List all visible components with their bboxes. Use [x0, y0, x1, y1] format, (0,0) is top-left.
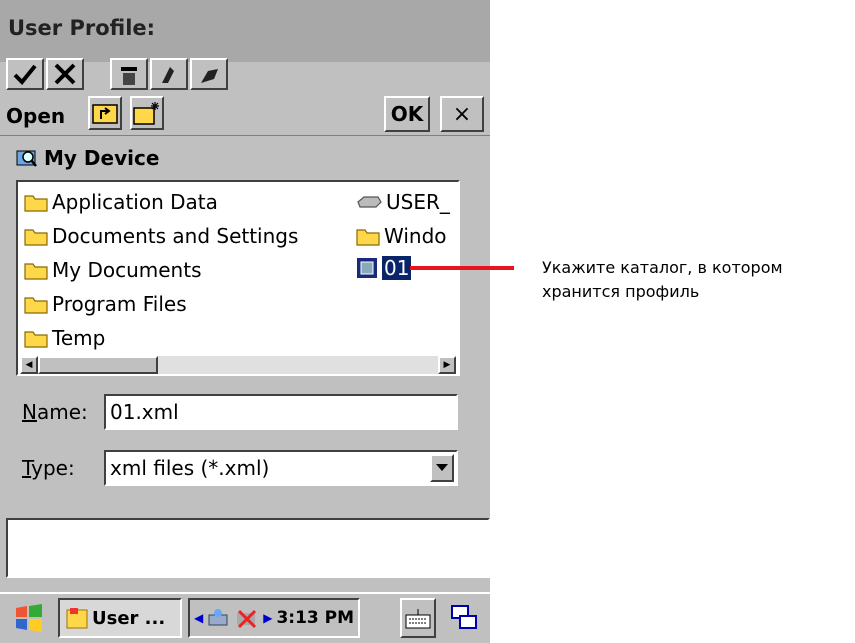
list-item[interactable]: Windo: [356, 224, 447, 248]
cross-button[interactable]: [46, 58, 84, 90]
clock[interactable]: 3:13 PM: [276, 608, 354, 628]
up-folder-icon: [92, 104, 118, 124]
window-title: User Profile:: [8, 16, 156, 40]
annotation-arrow: [410, 266, 514, 270]
scroll-thumb[interactable]: [38, 356, 158, 374]
windows-stack-icon: [451, 605, 477, 629]
search-device-icon: [16, 150, 37, 167]
new-folder-button[interactable]: [130, 96, 164, 130]
dialog-title: Open: [6, 104, 66, 128]
taskbar-app-button[interactable]: User ...: [58, 598, 182, 638]
annotation-line-2: хранится профиль: [542, 282, 700, 301]
scroll-right-button[interactable]: ▶: [438, 356, 456, 374]
checkmark-icon: [13, 64, 37, 85]
annotation-line-1: Укажите каталог, в котором: [542, 258, 783, 277]
list-item[interactable]: USER_: [356, 190, 450, 214]
name-field[interactable]: 01.xml: [104, 394, 458, 430]
app-icon: [66, 608, 88, 629]
annotation-text: Укажите каталог, в котором хранится проф…: [542, 256, 783, 304]
desktop-button[interactable]: [444, 598, 484, 638]
horizontal-scrollbar[interactable]: ◀ ▶: [20, 356, 456, 374]
up-folder-button[interactable]: [88, 96, 122, 130]
type-dropdown-button[interactable]: [430, 454, 454, 482]
input-area[interactable]: [6, 518, 490, 578]
keyboard-icon: [405, 609, 431, 629]
list-item-selected[interactable]: 01: [356, 255, 413, 281]
type-select-value: xml files (*.xml): [110, 456, 270, 480]
location-bar: My Device: [16, 146, 159, 170]
type-select[interactable]: xml files (*.xml): [104, 450, 458, 486]
import-icon: [162, 67, 174, 83]
list-item[interactable]: My Documents: [24, 258, 201, 282]
checkmark-button[interactable]: [6, 58, 44, 90]
folder-icon: [356, 229, 380, 246]
scroll-left-button[interactable]: ◀: [20, 356, 38, 374]
type-label: Type:: [22, 456, 75, 480]
folder-icon: [24, 263, 48, 280]
cross-icon: [54, 63, 76, 85]
xml-file-icon: [357, 258, 377, 278]
scroll-track[interactable]: [158, 356, 438, 374]
list-item[interactable]: Temp: [24, 326, 105, 350]
folder-icon: [24, 195, 48, 212]
list-item[interactable]: Documents and Settings: [24, 224, 298, 248]
tray-left-arrow-icon[interactable]: ◀: [194, 611, 203, 625]
import-button[interactable]: [150, 58, 188, 90]
new-folder-icon: [133, 102, 159, 125]
title-bar: User Profile:: [0, 0, 490, 62]
location-label: My Device: [44, 146, 160, 170]
ok-button[interactable]: OK: [384, 96, 430, 132]
network-icon[interactable]: [207, 607, 231, 629]
delete-button[interactable]: [110, 58, 148, 90]
name-label: Name:: [22, 400, 88, 424]
folder-icon: [24, 297, 48, 314]
folder-icon: [24, 331, 48, 348]
device-screen: User Profile: Open OK × My Device Applic…: [0, 0, 490, 643]
start-button[interactable]: [10, 600, 48, 636]
file-list[interactable]: Application Data Documents and Settings …: [16, 180, 460, 376]
disconnected-icon[interactable]: [235, 607, 259, 629]
drive-icon: [357, 196, 382, 208]
close-button[interactable]: ×: [440, 96, 484, 132]
folder-icon: [24, 229, 48, 246]
keyboard-button[interactable]: [400, 598, 436, 638]
trash-icon: [121, 67, 137, 85]
export-button[interactable]: [190, 58, 228, 90]
export-icon: [201, 69, 218, 83]
list-item[interactable]: Program Files: [24, 292, 187, 316]
tray-right-arrow-icon[interactable]: ▶: [263, 611, 272, 625]
windows-logo-icon: [16, 604, 42, 632]
chevron-down-icon: [436, 464, 448, 471]
notification-tray: ◀ ▶ 3:13 PM: [188, 598, 360, 638]
list-item[interactable]: Application Data: [24, 190, 218, 214]
